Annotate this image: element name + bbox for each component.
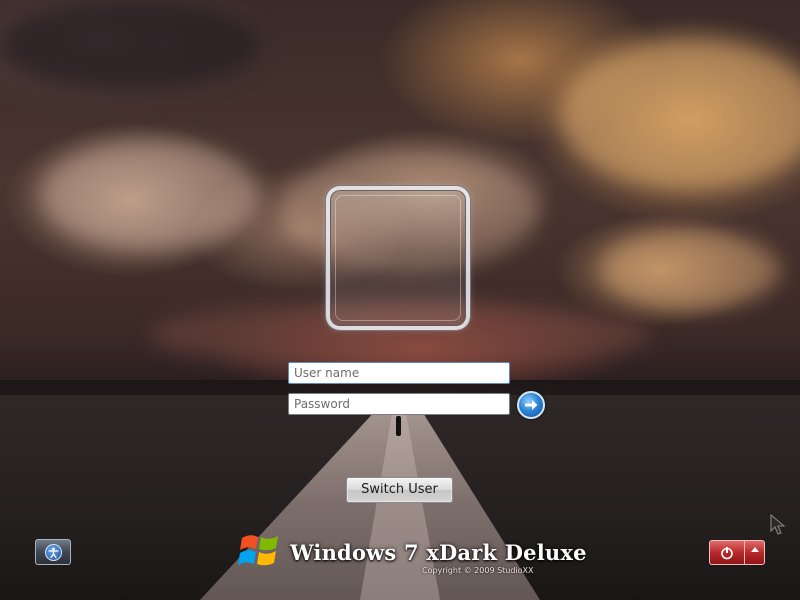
username-input[interactable] bbox=[288, 362, 510, 384]
mouse-cursor-icon bbox=[770, 514, 786, 535]
chevron-up-icon bbox=[751, 547, 759, 552]
copyright-text: Copyright © 2009 StudioXX bbox=[422, 566, 534, 575]
shutdown-control bbox=[709, 540, 765, 565]
cloud bbox=[40, 140, 260, 250]
switch-user-button[interactable]: Switch User bbox=[346, 477, 453, 503]
cloud bbox=[0, 0, 260, 90]
branding: Windows 7 xDark Deluxe Copyright © 2009 … bbox=[238, 528, 586, 578]
ease-of-access-icon bbox=[45, 544, 62, 561]
ease-of-access-button[interactable] bbox=[35, 539, 71, 565]
walking-figure bbox=[396, 416, 401, 436]
cloud bbox=[600, 230, 780, 310]
password-input[interactable] bbox=[288, 393, 510, 415]
user-picture-frame[interactable] bbox=[326, 186, 470, 330]
cloud bbox=[560, 40, 800, 190]
user-picture bbox=[335, 195, 461, 321]
submit-button[interactable] bbox=[517, 391, 545, 419]
arrow-right-icon bbox=[525, 400, 538, 410]
shutdown-options-button[interactable] bbox=[744, 540, 765, 565]
power-icon bbox=[721, 547, 733, 560]
windows-logo-icon bbox=[238, 535, 278, 566]
shutdown-button[interactable] bbox=[709, 540, 744, 565]
brand-title: Windows 7 xDark Deluxe bbox=[290, 540, 587, 565]
